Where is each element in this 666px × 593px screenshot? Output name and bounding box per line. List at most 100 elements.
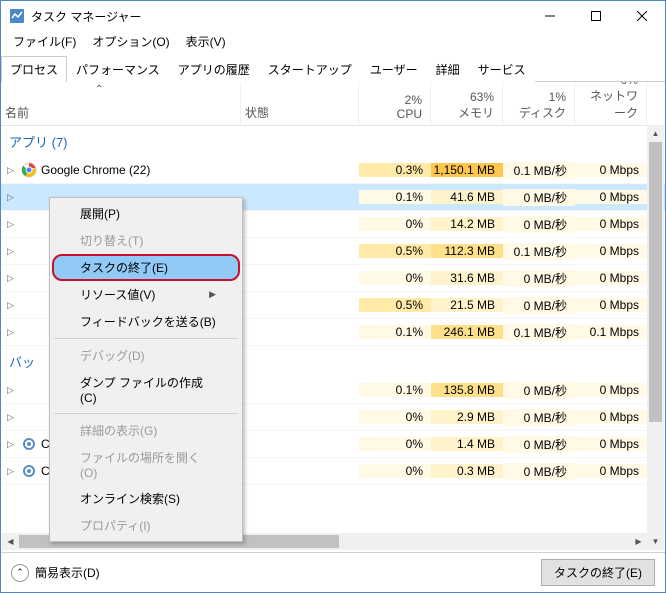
cell-disk: 0.1 MB/秒 [503, 324, 575, 341]
tab-users[interactable]: ユーザー [361, 56, 427, 82]
cell-disk: 0 MB/秒 [503, 297, 575, 314]
cell-cpu: 0.5% [359, 244, 431, 258]
scroll-thumb[interactable] [649, 142, 662, 422]
scroll-up-icon[interactable]: ▲ [647, 125, 664, 142]
expand-icon[interactable]: ▷ [7, 327, 17, 338]
cell-memory: 21.5 MB [431, 298, 503, 312]
cell-memory: 41.6 MB [431, 190, 503, 204]
titlebar: タスク マネージャー [1, 1, 665, 31]
ctx-endtask[interactable]: タスクの終了(E) [52, 254, 240, 281]
minimize-button[interactable] [527, 1, 573, 31]
scroll-left-icon[interactable]: ◀ [2, 533, 19, 550]
cell-disk: 0 MB/秒 [503, 409, 575, 426]
cell-cpu: 0.1% [359, 325, 431, 339]
tab-apphistory[interactable]: アプリの履歴 [169, 56, 259, 82]
expand-icon[interactable]: ▷ [7, 412, 17, 423]
cell-network: 0 Mbps [575, 437, 647, 451]
ctx-openloc: ファイルの場所を開く(O) [52, 444, 240, 485]
context-menu: 展開(P) 切り替え(T) タスクの終了(E) リソース値(V)▶ フィードバッ… [49, 197, 243, 542]
col-status[interactable]: 状態 [241, 82, 359, 125]
cell-network: 0 Mbps [575, 244, 647, 258]
cell-network: 0 Mbps [575, 163, 647, 177]
end-task-button[interactable]: タスクの終了(E) [541, 559, 655, 586]
fewer-details[interactable]: ⌃ 簡易表示(D) [11, 564, 100, 582]
app-icon [21, 216, 37, 232]
cell-memory: 1.4 MB [431, 437, 503, 451]
separator [54, 338, 238, 339]
ctx-expand[interactable]: 展開(P) [52, 200, 240, 227]
cell-memory: 0.3 MB [431, 464, 503, 478]
col-name[interactable]: 名前 [1, 82, 241, 125]
cell-disk: 0 MB/秒 [503, 382, 575, 399]
cell-disk: 0 MB/秒 [503, 436, 575, 453]
taskmgr-icon [9, 8, 25, 24]
expand-icon[interactable]: ▷ [7, 300, 17, 311]
tab-services[interactable]: サービス [469, 56, 535, 82]
cell-cpu: 0% [359, 437, 431, 451]
table-row[interactable]: ▷Google Chrome (22)0.3%1,150.1 MB0.1 MB/… [1, 157, 665, 184]
tab-startup[interactable]: スタートアップ [259, 56, 361, 82]
cell-memory: 2.9 MB [431, 410, 503, 424]
cell-network: 0.1 Mbps [575, 325, 647, 339]
menu-file[interactable]: ファイル(F) [7, 31, 82, 52]
menu-options[interactable]: オプション(O) [86, 31, 175, 52]
expand-icon[interactable]: ▷ [7, 273, 17, 284]
ctx-resource[interactable]: リソース値(V)▶ [52, 281, 240, 308]
expand-icon[interactable]: ▷ [7, 466, 17, 477]
tab-bar: プロセス パフォーマンス アプリの履歴 スタートアップ ユーザー 詳細 サービス [1, 55, 665, 82]
app-icon [21, 409, 37, 425]
cell-cpu: 0% [359, 271, 431, 285]
close-button[interactable] [619, 1, 665, 31]
col-disk[interactable]: 1%ディスク [503, 82, 575, 125]
cell-cpu: 0% [359, 410, 431, 424]
app-icon [21, 463, 37, 479]
tab-details[interactable]: 詳細 [427, 56, 469, 82]
col-network[interactable]: 0%ネットワーク [575, 82, 647, 125]
cell-cpu: 0.5% [359, 298, 431, 312]
cell-network: 0 Mbps [575, 383, 647, 397]
cell-disk: 0 MB/秒 [503, 189, 575, 206]
app-icon [21, 270, 37, 286]
expand-icon[interactable]: ▷ [7, 219, 17, 230]
separator [54, 413, 238, 414]
scroll-right-icon[interactable]: ▶ [630, 533, 647, 550]
window-title: タスク マネージャー [31, 8, 527, 25]
cell-cpu: 0% [359, 217, 431, 231]
cell-network: 0 Mbps [575, 217, 647, 231]
sort-indicator-icon: ⌃ [95, 84, 103, 95]
menu-view[interactable]: 表示(V) [180, 31, 232, 52]
expand-icon[interactable]: ▷ [7, 385, 17, 396]
ctx-debug: デバッグ(D) [52, 342, 240, 369]
cell-network: 0 Mbps [575, 298, 647, 312]
expand-icon[interactable]: ▷ [7, 439, 17, 450]
group-apps[interactable]: アプリ (7) [1, 126, 665, 157]
expand-icon[interactable]: ▷ [7, 192, 17, 203]
ctx-feedback[interactable]: フィードバックを送る(B) [52, 308, 240, 335]
chevron-right-icon: ▶ [209, 289, 216, 300]
ctx-dump[interactable]: ダンプ ファイルの作成(C) [52, 369, 240, 410]
ctx-online[interactable]: オンライン検索(S) [52, 485, 240, 512]
maximize-button[interactable] [573, 1, 619, 31]
app-icon [21, 324, 37, 340]
col-memory[interactable]: 63%メモリ [431, 82, 503, 125]
expand-icon[interactable]: ▷ [7, 165, 17, 176]
cell-network: 0 Mbps [575, 464, 647, 478]
menu-bar: ファイル(F) オプション(O) 表示(V) [1, 31, 665, 51]
process-name: Google Chrome (22) [41, 163, 150, 177]
cell-disk: 0.1 MB/秒 [503, 162, 575, 179]
chevron-up-icon: ⌃ [11, 564, 29, 582]
tab-performance[interactable]: パフォーマンス [67, 56, 169, 82]
app-icon [21, 243, 37, 259]
cell-disk: 0.1 MB/秒 [503, 243, 575, 260]
expand-icon[interactable]: ▷ [7, 246, 17, 257]
ctx-props: プロパティ(I) [52, 512, 240, 539]
vertical-scrollbar[interactable]: ▲ ▼ [647, 125, 664, 550]
cell-network: 0 Mbps [575, 190, 647, 204]
tab-processes[interactable]: プロセス [1, 56, 67, 82]
app-icon [21, 189, 37, 205]
cell-memory: 135.8 MB [431, 383, 503, 397]
scroll-down-icon[interactable]: ▼ [647, 533, 664, 550]
app-icon [21, 162, 37, 178]
col-cpu[interactable]: 2%CPU [359, 82, 431, 125]
ctx-details: 詳細の表示(G) [52, 417, 240, 444]
